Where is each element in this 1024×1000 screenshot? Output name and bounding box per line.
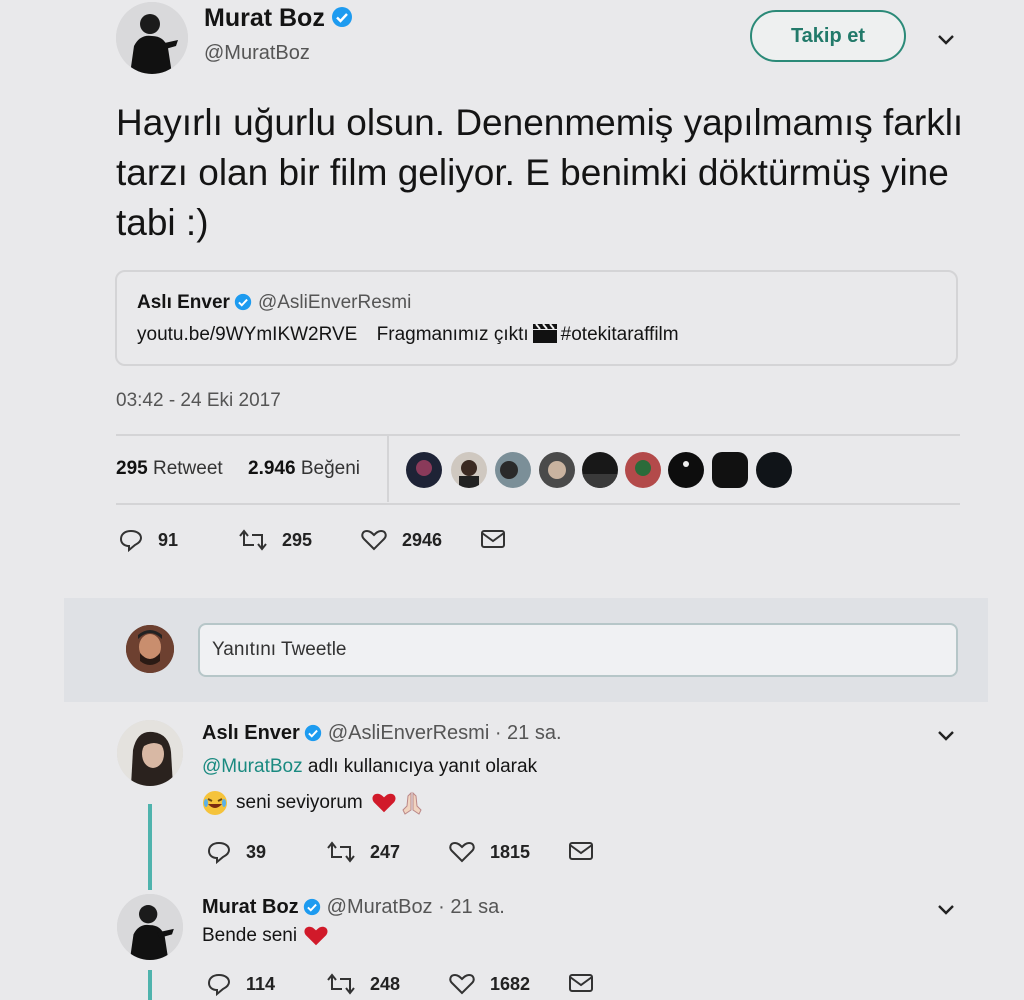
quoted-author: Aslı Enver @AsliEnverResmi: [137, 292, 411, 314]
liker-avatar[interactable]: [582, 452, 618, 488]
reply-meta: @MuratBoz · 21 sa.: [326, 896, 505, 918]
retweet-stat[interactable]: 295 Retweet: [116, 458, 223, 480]
verified-badge-icon: [331, 6, 353, 28]
direct-message-action[interactable]: [568, 972, 608, 994]
chevron-down-icon[interactable]: [935, 28, 957, 50]
retweet-action[interactable]: 247: [326, 840, 400, 864]
reply-context: @MuratBoz adlı kullanıcıya yanıt olarak: [202, 756, 537, 778]
direct-message-action[interactable]: [568, 840, 608, 862]
reply-count: 91: [158, 529, 179, 550]
heart-emoji-icon: [371, 791, 397, 815]
verified-badge-icon: [303, 898, 321, 916]
author-name[interactable]: Murat Boz: [204, 4, 353, 33]
thread-connector: [148, 804, 152, 890]
chevron-down-icon[interactable]: [935, 724, 957, 746]
like-count: 2946: [402, 529, 443, 550]
chevron-down-icon[interactable]: [935, 898, 957, 920]
divider: [116, 434, 960, 436]
envelope-icon: [569, 974, 593, 992]
retweet-icon: [327, 973, 355, 995]
retweet-count: 247: [370, 841, 401, 862]
heart-icon: [449, 973, 475, 995]
reply-author-name: Aslı Enver: [202, 722, 300, 744]
retweet-icon: [239, 529, 267, 551]
reply-icon: [207, 841, 231, 864]
hashtag-link[interactable]: #otekitaraffilm: [561, 324, 679, 345]
reply-icon: [207, 973, 231, 996]
quoted-author-handle: @AsliEnverResmi: [257, 292, 412, 313]
envelope-icon: [569, 842, 593, 860]
quoted-author-name: Aslı Enver: [137, 292, 230, 313]
reply-count: 39: [246, 841, 267, 862]
like-stat[interactable]: 2.946 Beğeni: [248, 458, 360, 480]
avatar[interactable]: [117, 894, 183, 960]
reply-action[interactable]: 114: [206, 972, 275, 996]
reply-author[interactable]: Murat Boz @MuratBoz · 21 sa.: [202, 896, 505, 919]
heart-icon: [449, 841, 475, 863]
like-count: 1815: [490, 841, 531, 862]
retweet-icon: [327, 841, 355, 863]
author-handle[interactable]: @MuratBoz: [204, 42, 310, 65]
reply-context-text: adlı kullanıcıya yanıt olarak: [307, 756, 538, 777]
retweet-action[interactable]: 295: [238, 528, 312, 552]
laughing-emoji-icon: [202, 790, 228, 816]
follow-button[interactable]: Takip et: [750, 10, 906, 62]
reply-action[interactable]: 39: [206, 840, 266, 864]
tweet-text: Hayırlı uğurlu olsun. Denenmemiş yapılma…: [116, 102, 964, 243]
heart-icon: [361, 529, 387, 551]
quoted-text: youtu.be/9WYmIKW2RVE Fragmanımız çıktı #…: [137, 322, 679, 346]
retweet-count: 295: [116, 458, 148, 479]
reply-body: seni seviyorum: [236, 792, 363, 813]
author-name-text: Murat Boz: [204, 4, 325, 32]
reply-input[interactable]: [198, 623, 958, 677]
mention-link[interactable]: @MuratBoz: [202, 756, 303, 777]
heart-emoji-icon: [303, 924, 329, 948]
retweet-label: Retweet: [152, 458, 223, 479]
like-action[interactable]: 2946: [360, 528, 442, 552]
current-user-avatar[interactable]: [126, 625, 174, 673]
reply-icon: [119, 529, 143, 552]
quoted-body: Fragmanımız çıktı: [376, 324, 529, 346]
reply-body: Bende seni: [202, 925, 298, 946]
like-label: Beğeni: [300, 458, 360, 479]
envelope-icon: [481, 530, 505, 548]
liker-avatar[interactable]: [406, 452, 442, 488]
reply-action[interactable]: 91: [118, 528, 178, 552]
divider: [116, 503, 960, 505]
like-count: 2.946: [248, 458, 296, 479]
reply-author[interactable]: Aslı Enver @AsliEnverResmi · 21 sa.: [202, 722, 562, 745]
quoted-link[interactable]: youtu.be/9WYmIKW2RVE: [137, 324, 357, 345]
reply-author-name: Murat Boz: [202, 896, 299, 918]
retweet-count: 248: [370, 973, 401, 994]
direct-message-action[interactable]: [480, 528, 520, 550]
praying-hands-emoji-icon: [399, 790, 425, 816]
liker-avatar[interactable]: [451, 452, 487, 488]
avatar[interactable]: [117, 720, 183, 786]
verified-badge-icon: [234, 293, 252, 311]
thread-connector: [148, 970, 152, 1000]
like-count: 1682: [490, 973, 531, 994]
quoted-tweet[interactable]: Aslı Enver @AsliEnverResmi youtu.be/9WYm…: [115, 270, 958, 366]
tweet-timestamp[interactable]: 03:42 - 24 Eki 2017: [116, 390, 281, 412]
reply-text: Bende seni: [202, 924, 329, 948]
retweet-count: 295: [282, 529, 313, 550]
retweet-action[interactable]: 248: [326, 972, 400, 996]
avatar[interactable]: [116, 2, 188, 74]
liker-avatar[interactable]: [668, 452, 704, 488]
liker-avatar[interactable]: [712, 452, 748, 488]
liker-avatar[interactable]: [539, 452, 575, 488]
reply-text: seni seviyorum: [202, 790, 425, 816]
clapperboard-icon: [532, 322, 558, 344]
liker-avatar[interactable]: [495, 452, 531, 488]
liker-avatar[interactable]: [756, 452, 792, 488]
like-action[interactable]: 1682: [448, 972, 530, 996]
verified-badge-icon: [304, 724, 322, 742]
reply-count: 114: [246, 973, 276, 994]
like-action[interactable]: 1815: [448, 840, 530, 864]
liker-avatar[interactable]: [625, 452, 661, 488]
reply-meta: @AsliEnverResmi · 21 sa.: [327, 722, 562, 744]
divider: [387, 436, 389, 502]
